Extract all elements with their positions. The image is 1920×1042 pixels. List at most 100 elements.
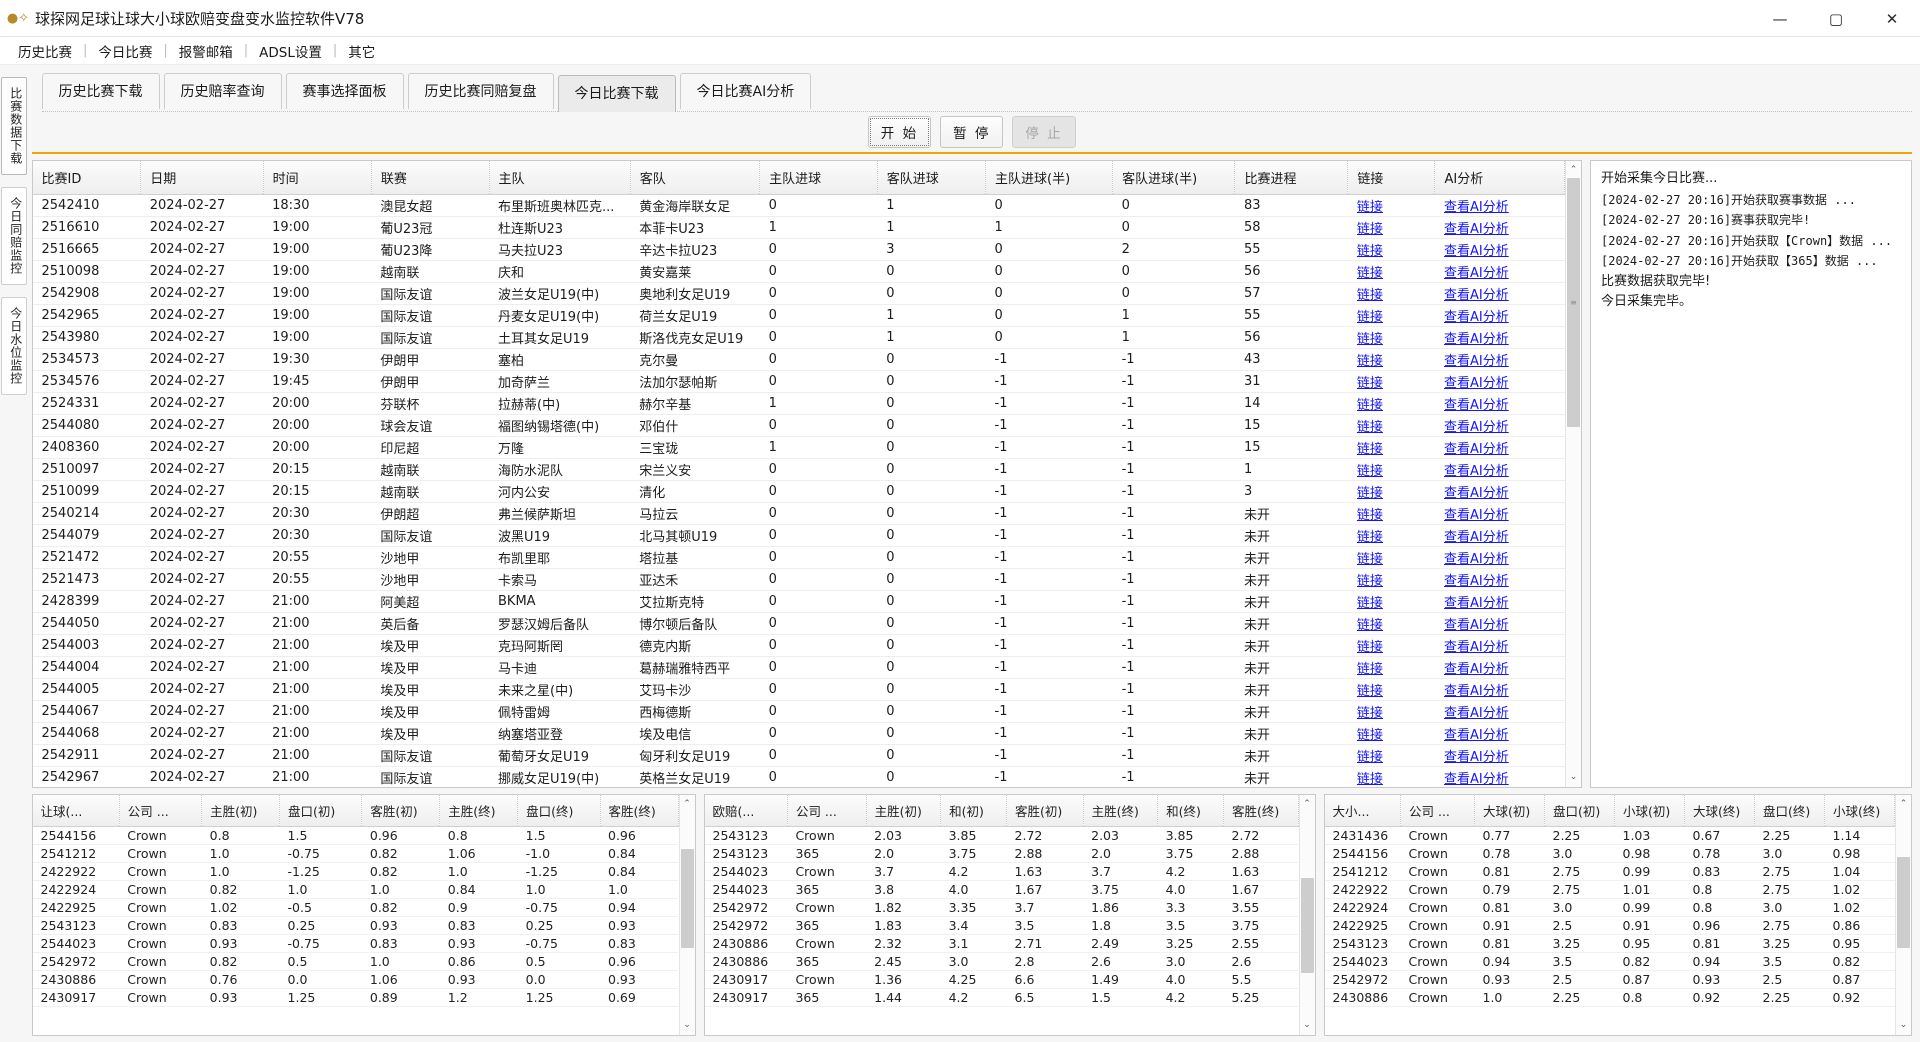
over-under-row[interactable]: 2430886 Crown 1.0 2.25 0.8 0.92 2.25 0.92 (1324, 988, 1895, 1007)
ai-analysis-cell[interactable]: 查看AI分析 (1434, 546, 1565, 569)
handicap-scrollbar[interactable]: ⌃ ⌄ (678, 795, 695, 1035)
ai-analysis-link[interactable]: 查看AI分析 (1444, 288, 1509, 303)
menu-item-today-matches[interactable]: 今日比赛 (88, 39, 162, 63)
scroll-up-arrow-icon[interactable]: ⌃ (1900, 797, 1908, 812)
match-link-cell[interactable]: 链接 (1347, 392, 1435, 415)
handicap-row[interactable]: 2544023 Crown 0.93 -0.75 0.83 0.93 -0.75 0.83 (32, 934, 678, 953)
col-header-handicap-id[interactable]: 让球(... (32, 795, 120, 827)
col-header-draw-final[interactable]: 和(终) (1157, 795, 1225, 827)
match-link-cell[interactable]: 链接 (1347, 546, 1435, 569)
ai-analysis-link[interactable]: 查看AI分析 (1444, 442, 1509, 457)
table-row[interactable]: 2544080 2024-02-27 20:00 球会友谊 福图纳锡塔德(中) 邓伯什 0 0… (32, 414, 1565, 437)
col-header-ai-analysis[interactable]: AI分析 (1434, 161, 1565, 195)
table-row[interactable]: 2534573 2024-02-27 19:30 伊朗甲 塞柏 克尔曼 0 0 -1 -1 43 链接… (32, 348, 1565, 371)
table-row[interactable]: 2542965 2024-02-27 19:00 国际友谊 丹麦女足U19(中) 荷兰女足… (32, 304, 1565, 327)
table-row[interactable]: 2544003 2024-02-27 21:00 埃及甲 克玛阿斯罔 德克内斯 0 0 -1 -1… (32, 634, 1565, 657)
table-row[interactable]: 2428399 2024-02-27 21:00 阿美超 BKMA 艾拉斯克特 0 0 -1 -1… (32, 590, 1565, 613)
col-header-under-final[interactable]: 小球(终) (1824, 795, 1895, 827)
ai-analysis-cell[interactable]: 查看AI分析 (1434, 766, 1565, 787)
ai-analysis-link[interactable]: 查看AI分析 (1444, 244, 1509, 259)
ai-analysis-cell[interactable]: 查看AI分析 (1434, 678, 1565, 701)
table-row[interactable]: 2510098 2024-02-27 19:00 越南联 庆和 黄安嘉莱 0 0 0 0 56 链接查… (32, 260, 1565, 283)
ai-analysis-link[interactable]: 查看AI分析 (1444, 376, 1509, 391)
tab-today-match-download[interactable]: 今日比赛下载 (557, 75, 676, 112)
scrollbar-thumb[interactable] (680, 849, 694, 948)
match-link-cell[interactable]: 链接 (1347, 656, 1435, 679)
col-header-over-open[interactable]: 大球(初) (1474, 795, 1545, 827)
match-link-cell[interactable]: 链接 (1347, 502, 1435, 525)
scroll-up-arrow-icon[interactable]: ⌃ (1570, 163, 1578, 178)
col-header-line-open[interactable]: 盘口(初) (1544, 795, 1615, 827)
ai-analysis-cell[interactable]: 查看AI分析 (1434, 656, 1565, 679)
col-header-under-open[interactable]: 小球(初) (1614, 795, 1685, 827)
handicap-row[interactable]: 2542972 Crown 0.82 0.5 1.0 0.86 0.5 0.96 (32, 952, 678, 971)
match-link[interactable]: 链接 (1357, 398, 1383, 413)
match-link[interactable]: 链接 (1357, 772, 1383, 787)
col-header-away-win-open[interactable]: 客胜(初) (1006, 795, 1084, 827)
ai-analysis-cell[interactable]: 查看AI分析 (1434, 370, 1565, 393)
match-link[interactable]: 链接 (1357, 442, 1383, 457)
over-under-row[interactable]: 2431436 Crown 0.77 2.25 1.03 0.67 2.25 1.14 (1324, 826, 1895, 845)
scrollbar-track[interactable] (680, 812, 695, 1018)
tab-history-odds-query[interactable]: 历史赔率查询 (163, 73, 282, 109)
col-header-home-win-open[interactable]: 主胜(初) (866, 795, 942, 827)
handicap-row[interactable]: 2422922 Crown 1.0 -1.25 0.82 1.0 -1.25 0.84 (32, 862, 678, 881)
table-row[interactable]: 2408360 2024-02-27 20:00 印尼超 万隆 三宝珑 1 0 -1 -1 15 链接… (32, 436, 1565, 459)
match-link-cell[interactable]: 链接 (1347, 458, 1435, 481)
match-link[interactable]: 链接 (1357, 464, 1383, 479)
match-link-cell[interactable]: 链接 (1347, 216, 1435, 239)
table-row[interactable]: 2542908 2024-02-27 19:00 国际友谊 波兰女足U19(中) 奥地利女… (32, 282, 1565, 305)
handicap-row[interactable]: 2422925 Crown 1.02 -0.5 0.82 0.9 -0.75 0.94 (32, 898, 678, 917)
tab-history-match-download[interactable]: 历史比赛下载 (41, 73, 160, 109)
scrollbar-track[interactable] (1896, 812, 1911, 1018)
match-link[interactable]: 链接 (1357, 728, 1383, 743)
match-link-cell[interactable]: 链接 (1347, 700, 1435, 723)
col-header-away-win-final[interactable]: 客胜(终) (600, 795, 679, 827)
ai-analysis-cell[interactable]: 查看AI分析 (1434, 348, 1565, 371)
col-header-away-win-open[interactable]: 客胜(初) (361, 795, 441, 827)
over-under-row[interactable]: 2542972 Crown 0.93 2.5 0.87 0.93 2.5 0.87 (1324, 970, 1895, 989)
minimize-button[interactable]: — (1752, 0, 1808, 37)
table-row[interactable]: 2524331 2024-02-27 20:00 芬联杯 拉赫蒂(中) 赫尔辛基 1 0 -1-… (32, 392, 1565, 415)
match-link[interactable]: 链接 (1357, 508, 1383, 523)
log-panel[interactable]: 开始采集今日比赛... [2024-02-27 20:16]开始获取赛事数据 .… (1590, 160, 1912, 788)
european-odds-row[interactable]: 2543123 Crown 2.03 3.85 2.72 2.03 3.85 2.72 (704, 826, 1298, 845)
ai-analysis-cell[interactable]: 查看AI分析 (1434, 524, 1565, 547)
ai-analysis-cell[interactable]: 查看AI分析 (1434, 216, 1565, 239)
ai-analysis-link[interactable]: 查看AI分析 (1444, 574, 1509, 589)
table-row[interactable]: 2542911 2024-02-27 21:00 国际友谊 葡萄牙女足U19 匈牙利女足U… (32, 744, 1565, 767)
ai-analysis-cell[interactable]: 查看AI分析 (1434, 590, 1565, 613)
ai-analysis-cell[interactable]: 查看AI分析 (1434, 458, 1565, 481)
ai-analysis-link[interactable]: 查看AI分析 (1444, 706, 1509, 721)
menu-item-adsl-settings[interactable]: ADSL设置 (249, 39, 332, 63)
table-row[interactable]: 2534576 2024-02-27 19:45 伊朗甲 加奇萨兰 法加尔瑟帕斯 0 0 -1-… (32, 370, 1565, 393)
over-under-scrollbar[interactable]: ⌃ ⌄ (1895, 795, 1911, 1035)
ai-analysis-link[interactable]: 查看AI分析 (1444, 662, 1509, 677)
over-under-row[interactable]: 2544023 Crown 0.94 3.5 0.82 0.94 3.5 0.82 (1324, 952, 1895, 971)
table-row[interactable]: 2544067 2024-02-27 21:00 埃及甲 佩特雷姆 西梅德斯 0 0 -1 -1 未… (32, 700, 1565, 723)
col-header-over-final[interactable]: 大球(终) (1684, 795, 1755, 827)
table-row[interactable]: 2544068 2024-02-27 21:00 埃及甲 纳塞塔亚登 埃及电信 0 0 -1 -1… (32, 722, 1565, 745)
match-link-cell[interactable]: 链接 (1347, 590, 1435, 613)
col-header-away-win-final[interactable]: 客胜(终) (1223, 795, 1299, 827)
ai-analysis-cell[interactable]: 查看AI分析 (1434, 392, 1565, 415)
scrollbar-thumb[interactable] (1897, 857, 1910, 948)
scroll-up-arrow-icon[interactable]: ⌃ (683, 797, 691, 812)
match-link[interactable]: 链接 (1357, 332, 1383, 347)
match-link-cell[interactable]: 链接 (1347, 282, 1435, 305)
match-link-cell[interactable]: 链接 (1347, 414, 1435, 437)
handicap-row[interactable]: 2543123 Crown 0.83 0.25 0.93 0.83 0.25 0.93 (32, 916, 678, 935)
col-header-link[interactable]: 链接 (1347, 161, 1436, 195)
match-link-cell[interactable]: 链接 (1347, 348, 1435, 371)
match-link[interactable]: 链接 (1357, 684, 1383, 699)
match-link[interactable]: 链接 (1357, 640, 1383, 655)
col-header-company[interactable]: 公司 ... (119, 795, 203, 827)
ai-analysis-link[interactable]: 查看AI分析 (1444, 222, 1509, 237)
scroll-down-arrow-icon[interactable]: ⌄ (683, 1018, 691, 1033)
match-grid-scrollbar[interactable]: ⌃ ≡ ⌄ (1565, 161, 1581, 787)
col-header-over-under-id[interactable]: 大小... (1324, 795, 1401, 827)
match-link-cell[interactable]: 链接 (1347, 194, 1435, 217)
table-row[interactable]: 2510097 2024-02-27 20:15 越南联 海防水泥队 宋兰义安 0 0 -1 -1… (32, 458, 1565, 481)
european-odds-row[interactable]: 2430917 365 1.44 4.2 6.5 1.5 4.2 5.25 (704, 988, 1298, 1007)
european-odds-row[interactable]: 2430886 Crown 2.32 3.1 2.71 2.49 3.25 2.55 (704, 934, 1298, 953)
